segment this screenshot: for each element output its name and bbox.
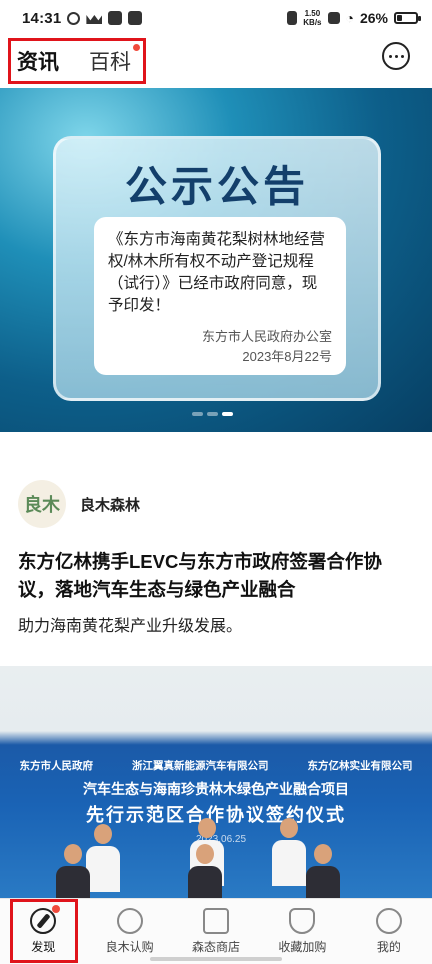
nav-shop[interactable]: 森态商店 — [173, 899, 259, 964]
nav-label: 良木认购 — [105, 940, 154, 954]
nav-label: 收藏加购 — [278, 940, 327, 954]
crown-icon — [86, 12, 102, 24]
announcement-signature: 东方市人民政府办公室 — [201, 329, 332, 344]
collection-icon — [289, 908, 316, 934]
battery-percent: 26% — [359, 10, 388, 26]
photo-banner-line1: 汽车生态与海南珍贵林木绿色产业融合项目 — [83, 781, 349, 797]
person-figure — [56, 844, 90, 898]
tab-news[interactable]: 资讯 — [17, 46, 59, 76]
sim-icon — [327, 12, 340, 24]
vibrate-icon — [287, 11, 298, 25]
chat-bubble-icon[interactable] — [382, 42, 410, 70]
status-bar: 14:31 1.50 KB/s ◔ 26% — [0, 0, 432, 36]
nav-collection[interactable]: 收藏加购 — [259, 899, 345, 964]
carousel-indicator — [192, 412, 233, 416]
shopping-bag-icon — [203, 908, 230, 934]
article-photo[interactable]: 东方市人民政府 浙江翼真新能源汽车有限公司 东方亿林实业有限公司 汽车生态与海南… — [0, 666, 432, 898]
nav-profile[interactable]: 我的 — [346, 899, 432, 964]
article-title[interactable]: 东方亿林携手LEVC与东方市政府签署合作协议，落地汽车生态与绿色产业融合 — [18, 548, 414, 604]
top-header: 资讯 百科 — [0, 36, 432, 86]
tree-badge-icon — [116, 908, 143, 934]
announcement-text: 《东方市海南黄花梨树林地经营权/林木所有权不动产登记规程（试行）》已经市政府同意… — [108, 231, 326, 314]
wifi-icon: ◔ — [345, 10, 354, 26]
person-figure — [188, 844, 222, 898]
tab-encyclopedia-label: 百科 — [89, 51, 131, 74]
carousel-dot-active — [222, 412, 233, 416]
tab-encyclopedia[interactable]: 百科 — [89, 44, 140, 76]
notification-dot — [133, 44, 140, 51]
photo-org: 东方亿林实业有限公司 — [307, 760, 413, 772]
article-author[interactable]: 良木 良木森林 — [18, 480, 140, 528]
nav-label: 发现 — [31, 940, 56, 954]
app-notification-icon — [128, 11, 143, 25]
status-time: 14:31 — [22, 9, 62, 27]
announcement-date: 2023年8月22号 — [242, 349, 332, 364]
battery-fill — [397, 15, 402, 21]
person-figure — [306, 844, 340, 898]
announcement-banner[interactable]: 公示公告 《东方市海南黄花梨树林地经营权/林木所有权不动产登记规程（试行）》已经… — [0, 88, 432, 432]
nav-discover[interactable]: 发现 — [0, 899, 86, 964]
photo-org: 浙江翼真新能源汽车有限公司 — [132, 760, 269, 772]
home-indicator[interactable] — [150, 957, 282, 961]
status-right: 1.50 KB/s ◔ 26% — [287, 9, 421, 27]
announcement-notice: 《东方市海南黄花梨树林地经营权/林木所有权不动产登记规程（试行）》已经市政府同意… — [94, 217, 346, 375]
bottom-nav: 发现 良木认购 森态商店 收藏加购 我的 — [0, 898, 432, 964]
network-speed-unit: KB/s — [303, 18, 322, 27]
person-figure — [272, 818, 306, 888]
author-name: 良木森林 — [80, 496, 141, 514]
app-notification-icon — [108, 11, 123, 25]
announcement-card: 公示公告 《东方市海南黄花梨树林地经营权/林木所有权不动产登记规程（试行）》已经… — [53, 136, 381, 401]
avatar: 良木 — [18, 480, 66, 528]
person-figure — [86, 824, 120, 894]
nav-adopt-tree[interactable]: 良木认购 — [86, 899, 172, 964]
nav-label: 我的 — [376, 940, 401, 954]
status-left: 14:31 — [22, 9, 143, 27]
photo-org-list: 东方市人民政府 浙江翼真新能源汽车有限公司 东方亿林实业有限公司 — [0, 758, 432, 773]
article-subtitle: 助力海南黄花梨产业升级发展。 — [18, 618, 243, 635]
app-notification-icon — [67, 11, 81, 25]
top-tabs: 资讯 百科 — [8, 38, 146, 84]
banner-title: 公示公告 — [124, 162, 309, 211]
battery-icon — [394, 12, 421, 24]
notification-dot — [52, 905, 60, 913]
nav-label: 森态商店 — [192, 940, 241, 954]
network-speed: 1.50 KB/s — [303, 9, 321, 27]
photo-org: 东方市人民政府 — [19, 760, 94, 772]
network-speed-value: 1.50 — [304, 9, 321, 18]
carousel-dot — [192, 412, 203, 416]
carousel-dot — [207, 412, 218, 416]
profile-icon — [375, 908, 402, 934]
